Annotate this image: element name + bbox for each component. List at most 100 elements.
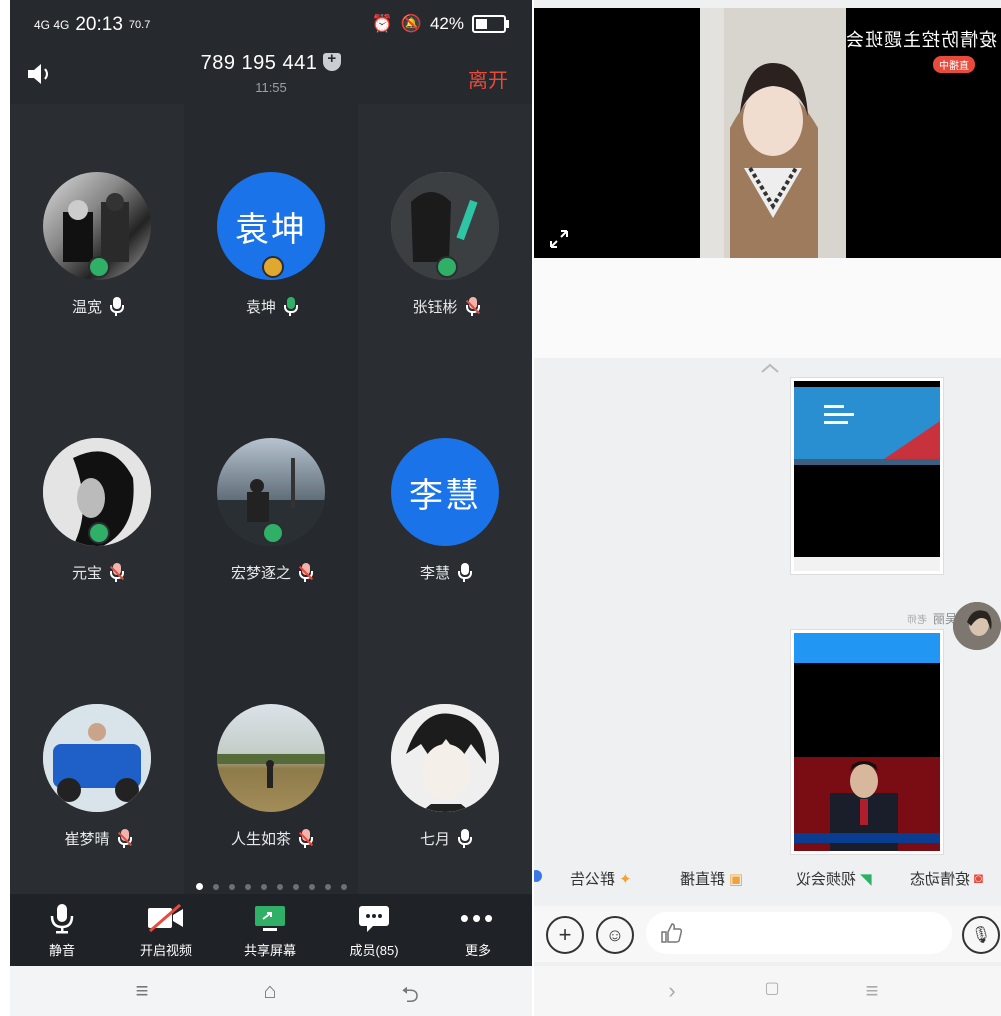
- back-nav-icon[interactable]: ›: [652, 978, 692, 1004]
- home-nav-icon[interactable]: ▢: [752, 978, 792, 1004]
- avatar: [217, 704, 325, 812]
- battery-icon: [472, 15, 509, 33]
- participant-tile[interactable]: 崔梦晴: [10, 704, 184, 849]
- message-input-bar: + ☺ 🎙: [534, 906, 1001, 962]
- members-label: 成员(85): [349, 943, 399, 958]
- participant-tile[interactable]: 元宝: [10, 438, 184, 583]
- image-message[interactable]: [791, 378, 943, 574]
- host-badge-icon: [262, 522, 284, 544]
- quick-actions-bar: ✦ 群公告 ▣ 群直播 ◤ 视频会议 ◙ 疫情动态: [534, 858, 1001, 896]
- page-dot[interactable]: [324, 884, 331, 890]
- sender-avatar[interactable]: [953, 602, 1001, 650]
- system-nav-bar: › ▢ ≡: [534, 966, 1001, 1016]
- meeting-screen: 4G 4G 20:13 70.7 ⏰ 🔕 42% 789 195 441 11:…: [10, 0, 532, 1016]
- participant-name: 崔梦晴: [64, 831, 110, 848]
- mic-icon: [458, 828, 472, 849]
- chat-members-icon: [359, 906, 389, 932]
- battery-percent: 42%: [429, 14, 464, 33]
- participant-tile[interactable]: 人生如茶: [184, 704, 358, 849]
- sender-role: 老师: [906, 615, 927, 626]
- participant-name: 袁坤: [245, 299, 276, 316]
- share-screen-icon: [255, 906, 285, 931]
- participant-name: 张钰彬: [412, 299, 458, 316]
- page-dot[interactable]: [276, 884, 283, 890]
- participant-name: 温宽: [71, 299, 102, 316]
- page-dot[interactable]: [308, 884, 315, 890]
- menu-nav-icon[interactable]: ≡: [852, 978, 892, 1004]
- mic-icon: [50, 904, 74, 934]
- emoji-button[interactable]: ☺: [596, 916, 634, 954]
- back-nav-icon[interactable]: ⮌: [390, 978, 430, 1007]
- share-screen-label: 共享屏幕: [243, 943, 296, 958]
- meeting-elapsed: 11:55: [255, 80, 287, 95]
- mic-icon: [458, 562, 472, 583]
- participant-tile[interactable]: 温宽: [10, 172, 184, 317]
- page-dot[interactable]: [195, 883, 203, 890]
- page-dot[interactable]: [228, 884, 235, 890]
- mute-button[interactable]: 静音: [10, 902, 114, 959]
- mute-label: 静音: [48, 943, 75, 958]
- page-dot[interactable]: [292, 884, 299, 890]
- participant-name: 七月: [419, 831, 450, 848]
- members-button[interactable]: 成员(85): [322, 902, 426, 959]
- participant-tile[interactable]: 宏梦逐之: [184, 438, 358, 583]
- quick-label: 疫情动态: [910, 871, 971, 888]
- globe-icon[interactable]: [534, 870, 542, 882]
- mic-muted-icon: [465, 296, 480, 317]
- page-dot[interactable]: [340, 884, 347, 890]
- chat-messages[interactable]: 吴丽 老师: [534, 358, 1001, 858]
- mic-muted-icon: [110, 562, 124, 583]
- thumbs-up-icon[interactable]: [658, 920, 684, 946]
- meeting-header: 789 195 441 11:55 离开: [10, 48, 532, 104]
- message-sender: 吴丽 老师: [907, 610, 957, 627]
- more-label: 更多: [464, 943, 491, 958]
- meeting-id[interactable]: 789 195 441: [201, 52, 318, 74]
- start-video-button[interactable]: 开启视频: [114, 902, 218, 959]
- meeting-toolbar: 静音 开启视频 共享屏幕 成员(85) ••• 更多: [10, 896, 532, 966]
- cohost-badge-icon: [262, 256, 284, 278]
- mic-active-icon: [284, 296, 298, 317]
- quick-announcement[interactable]: ✦ 群公告: [570, 868, 632, 889]
- more-button[interactable]: ••• 更多: [426, 902, 530, 959]
- quick-video-meeting[interactable]: ◤ 视频会议: [796, 868, 872, 889]
- leave-button[interactable]: 离开: [468, 64, 508, 93]
- network-indicator: 4G 4G: [34, 18, 70, 32]
- announcement-icon: ✦: [619, 870, 632, 888]
- mic-muted-icon: [299, 828, 313, 849]
- live-video[interactable]: 疫情防控主题班会 直播中: [534, 8, 1001, 258]
- page-dot[interactable]: [212, 884, 219, 890]
- status-bar: 4G 4G 20:13 70.7 ⏰ 🔕 42%: [10, 0, 532, 48]
- host-badge-icon: [88, 256, 110, 278]
- meeting-icon: ◤: [860, 870, 872, 888]
- avatar: 李慧: [391, 438, 499, 546]
- page-dot[interactable]: [244, 884, 251, 890]
- participant-name: 宏梦逐之: [230, 565, 291, 582]
- participant-tile[interactable]: 张钰彬: [358, 172, 532, 317]
- page-indicator[interactable]: [10, 877, 532, 895]
- quick-group-live[interactable]: ▣ 群直播: [680, 868, 743, 889]
- live-badge: 直播中: [933, 56, 975, 73]
- menu-nav-icon[interactable]: ≡: [122, 978, 162, 1004]
- add-button[interactable]: +: [546, 916, 584, 954]
- status-time: 20:13: [75, 14, 123, 35]
- participant-tile[interactable]: 七月: [358, 704, 532, 849]
- quick-epidemic-news[interactable]: ◙ 疫情动态: [910, 868, 983, 889]
- participant-tile[interactable]: 李慧 李慧: [358, 438, 532, 583]
- mic-muted-icon: [299, 562, 313, 583]
- mic-icon: [110, 296, 124, 317]
- chevron-up-icon[interactable]: [760, 362, 780, 374]
- share-screen-button[interactable]: 共享屏幕: [218, 902, 322, 959]
- quick-label: 群直播: [680, 871, 726, 888]
- home-nav-icon[interactable]: ⌂: [250, 978, 290, 1004]
- mic-muted-icon: [117, 828, 132, 849]
- expand-icon[interactable]: [548, 228, 570, 250]
- voice-input-button[interactable]: 🎙: [962, 916, 1000, 954]
- net-speed: 70.7: [128, 19, 151, 31]
- message-input[interactable]: [646, 912, 952, 954]
- shield-icon[interactable]: [323, 50, 342, 71]
- image-message[interactable]: [791, 630, 943, 854]
- participant-name: 元宝: [71, 565, 102, 582]
- video-title: 疫情防控主题班会: [845, 30, 997, 50]
- participant-tile[interactable]: 袁坤 袁坤: [184, 172, 358, 317]
- page-dot[interactable]: [260, 884, 267, 890]
